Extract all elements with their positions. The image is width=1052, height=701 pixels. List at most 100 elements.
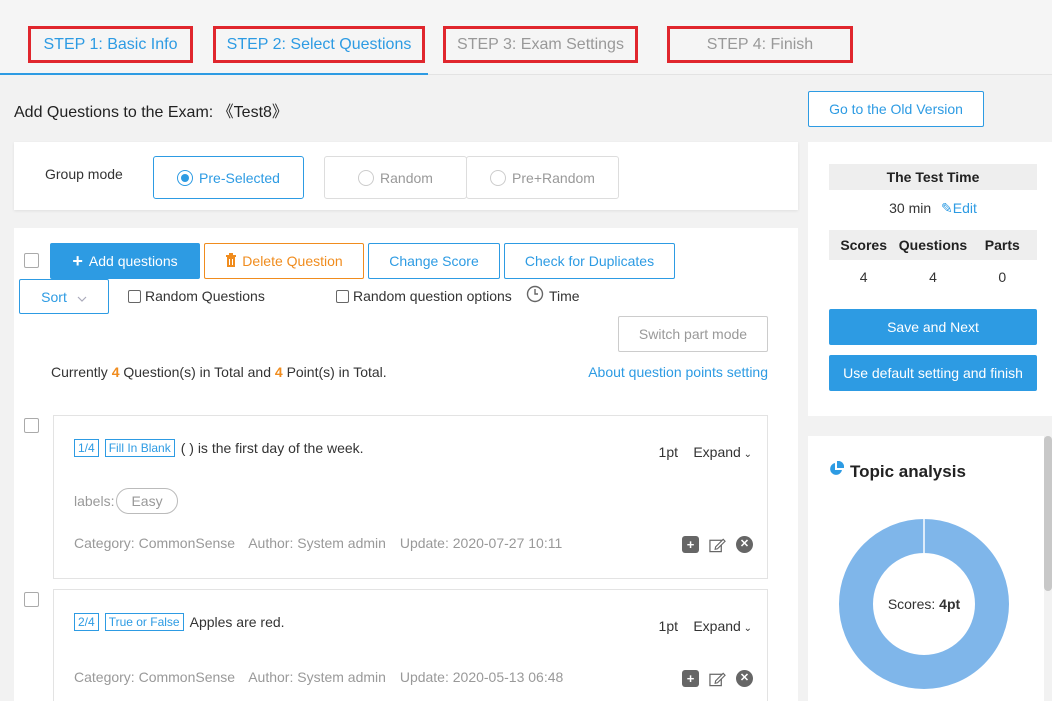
random-questions-checkbox[interactable] [128,289,141,303]
scores-label: Scores: [887,596,936,612]
topic-analysis-panel: Topic analysis Scores: 4pt [808,436,1044,701]
test-time-value: 30 min ✎Edit [829,200,1037,217]
question-text: Apples are red. [189,614,285,630]
question-checkbox[interactable] [24,592,39,607]
question-type-badge: True or False [104,613,184,631]
group-mode-option-label: Pre+Random [512,169,595,186]
question-points: 1pt [658,444,678,460]
donut-center-label: Scores: 4pt [808,596,1040,612]
switch-part-mode-button[interactable]: Switch part mode [618,316,768,352]
test-info-panel: The Test Time 30 min ✎Edit Scores Questi… [808,142,1052,416]
save-and-next-button[interactable]: Save and Next [829,309,1037,345]
step-basic-info[interactable]: STEP 1: Basic Info [28,26,193,63]
group-mode-label: Group mode [45,166,123,182]
add-icon[interactable]: + [682,536,699,553]
clock-icon [526,285,544,306]
delete-question-label: Delete Question [242,253,343,269]
group-mode-panel: Group mode Pre-Selected Random Pre+Rando… [14,142,798,210]
stats-scores-value: 4 [859,269,868,285]
random-questions-option[interactable]: Random Questions [128,288,265,304]
steps-bar: STEP 1: Basic Info STEP 2: Select Questi… [0,0,1052,75]
test-time-header: The Test Time [829,164,1037,190]
labels-prefix: labels: [74,493,115,509]
add-icon[interactable]: + [682,670,699,687]
radio-icon [490,169,507,186]
delete-question-button[interactable]: Delete Question [204,243,364,279]
sort-dropdown[interactable]: Sort [19,279,109,314]
question-text: ( ) is the first day of the week. [180,440,364,456]
question-count: 4 [111,364,120,380]
question-index: 2/4 [74,613,99,631]
delete-icon[interactable]: ✕ [736,536,753,553]
random-options-option[interactable]: Random question options [336,288,512,304]
group-mode-option-label: Random [380,169,433,186]
delete-icon[interactable]: ✕ [736,670,753,687]
active-step-underline [0,73,428,75]
question-meta: Category: CommonSense Author: System adm… [74,535,572,551]
question-labels: labels: Easy [74,488,178,514]
scores-value: 4pt [939,596,961,612]
time-option[interactable]: Time [526,285,580,306]
point-count: 4 [274,364,283,380]
plus-icon: + [72,250,83,271]
summary-suffix: Point(s) in Total. [286,364,387,380]
question-category: Category: CommonSense [74,669,236,685]
stats-questions-value: 4 [929,269,937,285]
summary-middle: Question(s) in Total and [123,364,271,380]
group-mode-random[interactable]: Random [324,156,467,199]
edit-icon[interactable] [709,670,726,687]
question-line: 2/4 True or False Apples are red. [74,613,285,631]
question-line: 1/4 Fill In Blank ( ) is the first day o… [74,439,364,457]
random-questions-label: Random Questions [145,288,265,304]
question-checkbox[interactable] [24,418,39,433]
step-select-questions[interactable]: STEP 2: Select Questions [213,26,425,63]
question-index: 1/4 [74,439,99,457]
stats-parts-value: 0 [998,269,1007,285]
label-pill[interactable]: Easy [116,488,178,514]
group-mode-pre-selected[interactable]: Pre-Selected [153,156,304,199]
question-meta: Category: CommonSense Author: System adm… [74,669,573,685]
change-score-button[interactable]: Change Score [368,243,500,279]
trash-icon [225,252,237,270]
page-title: Add Questions to the Exam: 《Test8》 [14,104,288,121]
question-author: Author: System admin [248,535,386,551]
question-author: Author: System admin [248,669,386,685]
stats-header-scores: Scores [840,237,888,253]
stats-header-questions: Questions [898,237,968,253]
stats-values: 4 4 0 [829,266,1037,288]
summary-prefix: Currently [51,364,108,380]
add-questions-label: Add questions [88,253,178,269]
chevron-down-icon [77,289,87,305]
question-update: Update: 2020-07-27 10:11 [399,535,563,551]
select-all-checkbox[interactable] [24,253,39,268]
question-update: Update: 2020-05-13 06:48 [399,669,564,685]
expand-toggle[interactable]: Expand ⌄ [693,618,752,634]
default-finish-button[interactable]: Use default setting and finish [829,355,1037,391]
check-duplicates-button[interactable]: Check for Duplicates [504,243,675,279]
edit-time-link[interactable]: ✎Edit [941,200,977,216]
edit-icon[interactable] [709,536,726,553]
group-mode-pre-random[interactable]: Pre+Random [466,156,619,199]
topic-donut-chart [839,519,1009,689]
step-finish[interactable]: STEP 4: Finish [667,26,853,63]
random-options-checkbox[interactable] [336,289,349,303]
chevron-down-icon: ⌄ [740,449,752,460]
question-type-badge: Fill In Blank [104,439,175,457]
about-points-link[interactable]: About question points setting [588,364,768,380]
group-mode-option-label: Pre-Selected [199,169,280,186]
add-questions-button[interactable]: + Add questions [50,243,200,279]
question-card: 2/4 True or False Apples are red. 1pt Ex… [53,589,768,701]
sort-label: Sort [41,288,67,305]
page-scrollbar[interactable] [1044,436,1052,591]
old-version-button[interactable]: Go to the Old Version [808,91,984,127]
chevron-down-icon: ⌄ [740,623,752,634]
step-exam-settings[interactable]: STEP 3: Exam Settings [443,26,638,63]
question-actions: + ✕ [682,670,753,687]
question-category: Category: CommonSense [74,535,236,551]
edit-label: Edit [952,200,977,216]
questions-panel: + Add questions Delete Question Change S… [14,228,798,701]
question-card: 1/4 Fill In Blank ( ) is the first day o… [53,415,768,579]
expand-label: Expand [693,444,741,460]
expand-toggle[interactable]: Expand ⌄ [693,444,752,460]
question-actions: + ✕ [682,536,753,553]
